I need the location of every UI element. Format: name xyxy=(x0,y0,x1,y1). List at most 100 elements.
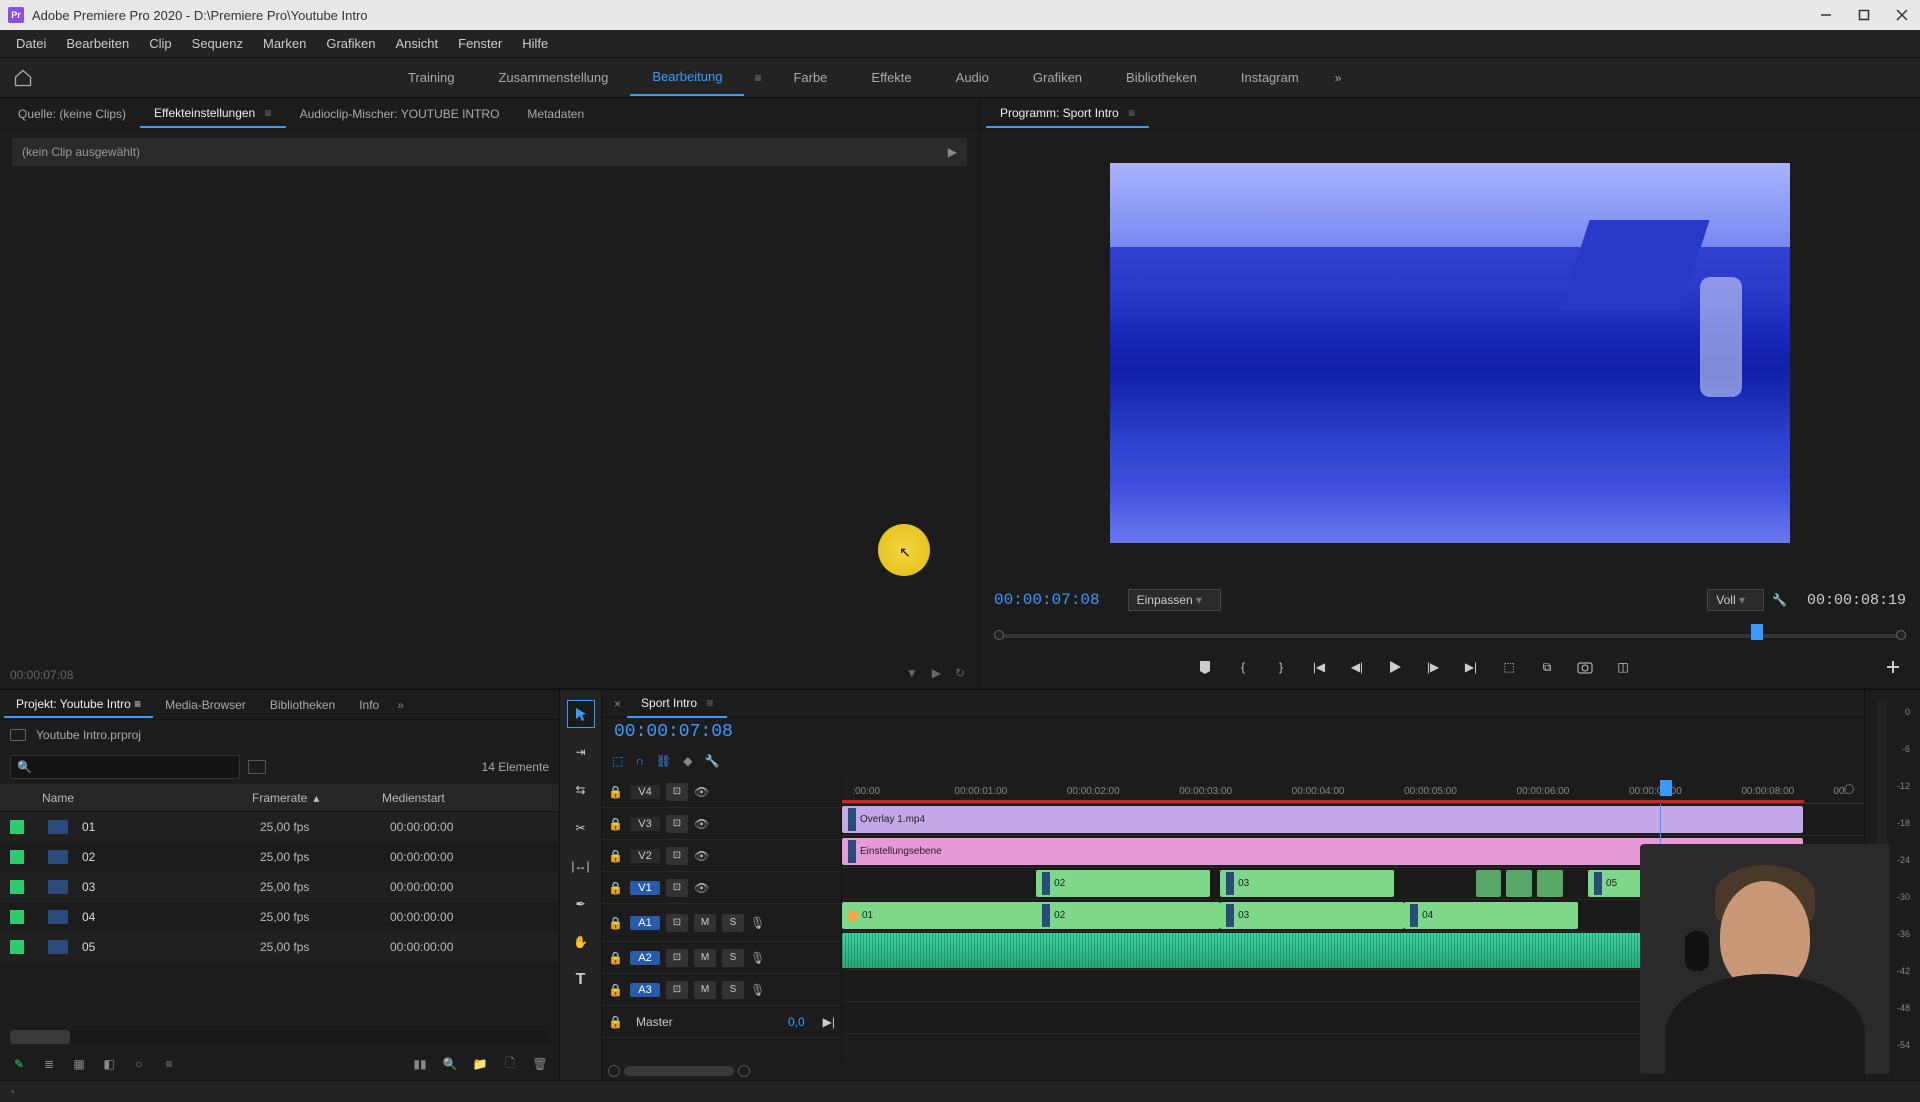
close-sequence-button[interactable]: × xyxy=(608,697,627,711)
razor-tool[interactable]: ✂ xyxy=(567,814,595,842)
ws-bibliotheken[interactable]: Bibliotheken xyxy=(1104,60,1219,95)
fit-dropdown[interactable]: Einpassen ▾ xyxy=(1128,589,1221,611)
mute-button[interactable]: M xyxy=(694,981,716,999)
project-search-input[interactable]: 🔍 xyxy=(10,755,240,779)
clip-v2-slice[interactable] xyxy=(1537,870,1563,897)
project-row[interactable]: 0525,00 fps00:00:00:00 xyxy=(0,932,559,962)
timeline-settings-icon[interactable]: 🔧 xyxy=(704,754,719,768)
project-row[interactable]: 0425,00 fps00:00:00:00 xyxy=(0,902,559,932)
project-tabs-overflow[interactable]: » xyxy=(391,698,410,712)
quality-dropdown[interactable]: Voll ▾ xyxy=(1707,589,1764,611)
go-to-in-button[interactable]: |◀ xyxy=(1306,654,1332,680)
project-row[interactable]: 0125,00 fps00:00:00:00 xyxy=(0,812,559,842)
ws-audio[interactable]: Audio xyxy=(934,60,1011,95)
sync-lock-icon[interactable]: ⊡ xyxy=(666,847,688,865)
sync-lock-icon[interactable]: ⊡ xyxy=(666,949,688,967)
sort-icon[interactable]: ≡ xyxy=(160,1055,178,1073)
lock-icon[interactable]: 🔒 xyxy=(608,1015,624,1029)
project-horizontal-scroll[interactable] xyxy=(10,1030,549,1044)
lock-icon[interactable]: 🔒 xyxy=(608,881,624,895)
linked-selection-icon[interactable]: ⛓ xyxy=(656,754,671,768)
clip-v2-slice[interactable] xyxy=(1506,870,1532,897)
new-item-button[interactable]: 🗋 xyxy=(501,1055,519,1073)
tab-timeline-sequence[interactable]: Sport Intro ≡ xyxy=(627,690,727,718)
find-button[interactable]: 🔍 xyxy=(441,1055,459,1073)
pen-tool-icon[interactable]: ✎ xyxy=(10,1055,28,1073)
track-header-v4[interactable]: 🔒V4⊡👁 xyxy=(602,776,841,808)
ws-bearbeitung[interactable]: Bearbeitung xyxy=(630,59,744,96)
mark-in-button[interactable]: { xyxy=(1230,654,1256,680)
tab-programm[interactable]: Programm: Sport Intro ≡ xyxy=(986,100,1149,128)
delete-button[interactable]: 🗑 xyxy=(531,1055,549,1073)
snap-icon[interactable]: ∩ xyxy=(635,754,644,768)
menu-marken[interactable]: Marken xyxy=(253,32,316,55)
voice-over-icon[interactable]: 🎙 xyxy=(750,951,765,965)
mute-button[interactable]: M xyxy=(694,949,716,967)
ws-overflow[interactable]: » xyxy=(1321,71,1356,85)
program-scrubber[interactable] xyxy=(994,624,1906,646)
extract-button[interactable]: ⧉ xyxy=(1534,654,1560,680)
track-select-tool[interactable]: ⇥ xyxy=(567,738,595,766)
clip-v1-04[interactable]: 04 xyxy=(1404,902,1578,929)
comparison-view-button[interactable]: ◫ xyxy=(1610,654,1636,680)
tab-effekt-menu-icon[interactable]: ≡ xyxy=(265,106,272,120)
minimize-button[interactable] xyxy=(1816,5,1836,25)
menu-datei[interactable]: Datei xyxy=(6,32,56,55)
home-button[interactable] xyxy=(0,68,46,88)
sync-lock-icon[interactable]: ⊡ xyxy=(666,981,688,999)
audio-clip-a1[interactable] xyxy=(842,933,1660,968)
lock-icon[interactable]: 🔒 xyxy=(608,916,624,930)
button-editor[interactable] xyxy=(1880,654,1906,680)
freeform-view-button[interactable]: ◧ xyxy=(100,1055,118,1073)
tab-source[interactable]: Quelle: (keine Clips) xyxy=(4,101,140,127)
solo-button[interactable]: S xyxy=(722,949,744,967)
play-button[interactable] xyxy=(1382,654,1408,680)
menu-ansicht[interactable]: Ansicht xyxy=(385,32,448,55)
program-viewer-canvas[interactable] xyxy=(1110,163,1790,543)
play-only-icon[interactable]: ▶ xyxy=(932,666,941,680)
ws-grafiken[interactable]: Grafiken xyxy=(1011,60,1104,95)
zoom-slider-icon[interactable]: ○ xyxy=(130,1055,148,1073)
project-row[interactable]: 0325,00 fps00:00:00:00 xyxy=(0,872,559,902)
new-bin-button[interactable]: 📁 xyxy=(471,1055,489,1073)
sync-lock-icon[interactable]: ⊡ xyxy=(666,879,688,897)
step-back-button[interactable]: ◀| xyxy=(1344,654,1370,680)
slip-tool[interactable]: |↔| xyxy=(567,852,595,880)
clip-v1-01[interactable]: 01 xyxy=(842,902,1046,929)
filter-icon[interactable]: ▼ xyxy=(906,666,918,680)
menu-fenster[interactable]: Fenster xyxy=(448,32,512,55)
icon-view-button[interactable]: ▦ xyxy=(70,1055,88,1073)
ws-farbe[interactable]: Farbe xyxy=(771,60,849,95)
clip-v2-03[interactable]: 03 xyxy=(1220,870,1394,897)
lock-icon[interactable]: 🔒 xyxy=(608,983,624,997)
track-header-v2[interactable]: 🔒V2⊡👁 xyxy=(602,840,841,872)
add-marker-button[interactable] xyxy=(1192,654,1218,680)
solo-button[interactable]: S xyxy=(722,981,744,999)
timeline-ruler[interactable]: :00:00 00:00:01:00 00:00:02:00 00:00:03:… xyxy=(842,776,1864,804)
add-marker-icon[interactable]: ◆ xyxy=(683,754,692,768)
tab-bibliotheken[interactable]: Bibliotheken xyxy=(258,693,347,717)
tab-info[interactable]: Info xyxy=(347,693,391,717)
mute-button[interactable]: M xyxy=(694,914,716,932)
col-name[interactable]: Name xyxy=(42,791,252,805)
tab-programm-menu-icon[interactable]: ≡ xyxy=(1128,106,1135,120)
eye-icon[interactable]: 👁 xyxy=(694,785,709,799)
lock-icon[interactable]: 🔒 xyxy=(608,817,624,831)
close-button[interactable] xyxy=(1892,5,1912,25)
tab-media-browser[interactable]: Media-Browser xyxy=(153,693,258,717)
type-tool[interactable]: T xyxy=(567,966,595,994)
track-header-v1[interactable]: 🔒V1⊡👁 xyxy=(602,872,841,904)
ws-training[interactable]: Training xyxy=(386,60,476,95)
menu-clip[interactable]: Clip xyxy=(139,32,181,55)
sync-lock-icon[interactable]: ⊡ xyxy=(666,783,688,801)
col-medienstart[interactable]: Medienstart xyxy=(382,791,522,805)
loop-icon[interactable]: ↻ xyxy=(955,666,965,680)
menu-bearbeiten[interactable]: Bearbeiten xyxy=(56,32,139,55)
eye-icon[interactable]: 👁 xyxy=(694,881,709,895)
project-row[interactable]: 0225,00 fps00:00:00:00 xyxy=(0,842,559,872)
clip-v2-02[interactable]: 02 xyxy=(1036,870,1210,897)
lock-icon[interactable]: 🔒 xyxy=(608,785,624,799)
voice-over-icon[interactable]: 🎙 xyxy=(750,916,765,930)
work-area-end[interactable] xyxy=(1844,784,1854,794)
expand-arrow-icon[interactable]: ▶ xyxy=(948,145,957,159)
